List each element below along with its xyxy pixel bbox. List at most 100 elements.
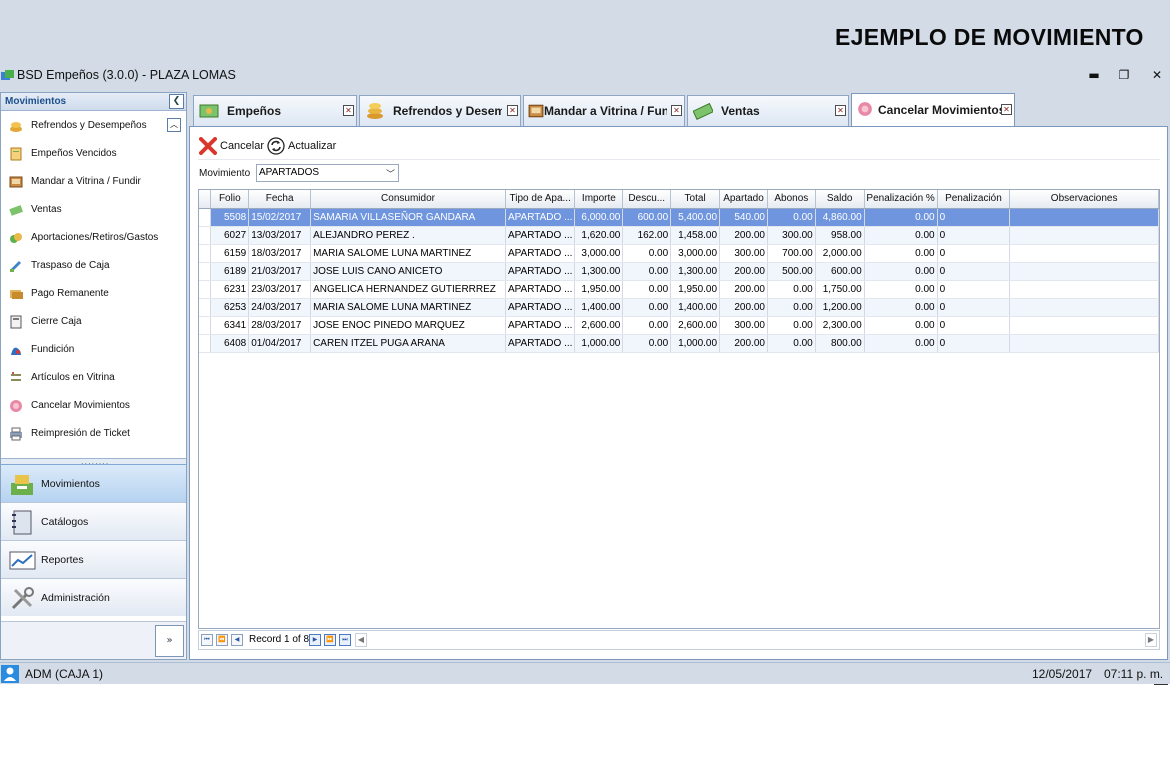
table-cell[interactable] [1009,262,1159,281]
table-cell[interactable]: 958.00 [815,226,865,245]
column-header[interactable]: Fecha [248,190,312,209]
table-cell[interactable]: 2,000.00 [815,244,865,263]
table-cell[interactable]: 0.00 [864,298,938,317]
group-administracion[interactable]: Administración [1,578,186,616]
table-cell[interactable]: 4,860.00 [815,208,865,227]
table-cell[interactable]: 6341 [210,316,250,335]
table-cell[interactable]: 300.00 [767,226,816,245]
table-cell[interactable]: 1,400.00 [574,298,624,317]
next-page-icon[interactable]: ⏩ [324,634,336,646]
table-cell[interactable] [1009,244,1159,263]
table-cell[interactable]: 21/03/2017 [248,262,312,281]
table-cell[interactable]: 0 [937,316,1011,335]
table-cell[interactable]: 2,600.00 [574,316,624,335]
close-window-button[interactable]: ✕ [1146,66,1168,84]
table-cell[interactable]: 0 [937,334,1011,353]
table-cell[interactable]: APARTADO ... [505,298,576,317]
table-cell[interactable]: 0.00 [622,334,672,353]
close-icon[interactable]: ✕ [1001,104,1012,115]
restore-button[interactable]: ❐ [1113,66,1135,84]
table-cell[interactable]: 1,300.00 [574,262,624,281]
table-cell[interactable]: 6027 [210,226,250,245]
movement-select[interactable]: APARTADOS ﹀ [256,164,399,182]
sidebar-item-vitrina[interactable]: Mandar a Vitrina / Fundir [1,169,186,197]
table-cell[interactable]: 0.00 [622,316,672,335]
table-cell[interactable]: 0 [937,208,1011,227]
table-cell[interactable]: 0.00 [864,244,938,263]
tab-cancelar-movimientos[interactable]: Cancelar Movimientos ✕ [851,93,1015,127]
table-cell[interactable]: 1,950.00 [574,280,624,299]
table-cell[interactable]: 200.00 [719,226,768,245]
table-cell[interactable]: 1,000.00 [670,334,721,353]
table-cell[interactable]: 0.00 [864,226,938,245]
group-catalogos[interactable]: Catálogos [1,502,186,540]
scroll-left-icon[interactable]: ◀ [355,633,367,647]
sidebar-item-empenos-vencidos[interactable]: Empeños Vencidos [1,141,186,169]
column-header[interactable]: Importe [574,190,624,209]
table-cell[interactable]: 0.00 [864,280,938,299]
table-cell[interactable]: 0.00 [622,280,672,299]
table-cell[interactable]: 3,000.00 [670,244,721,263]
row-indicator[interactable] [199,226,212,245]
table-cell[interactable]: 2,600.00 [670,316,721,335]
column-header[interactable]: Apartado [719,190,768,209]
table-row[interactable]: 6408 01/04/2017 CAREN ITZEL PUGA ARANA APAR… [199,334,1159,353]
table-cell[interactable]: 500.00 [767,262,816,281]
table-cell[interactable]: 162.00 [622,226,672,245]
table-cell[interactable]: 1,620.00 [574,226,624,245]
table-cell[interactable] [1009,280,1159,299]
row-indicator[interactable] [199,262,212,281]
refresh-button[interactable]: Actualizar [266,135,338,157]
first-record-icon[interactable]: ⏮ [201,634,213,646]
column-header[interactable]: Observaciones [1009,190,1159,209]
table-row[interactable]: 6189 21/03/2017 JOSE LUIS CANO ANICETO APAR… [199,262,1159,281]
column-header[interactable]: Saldo [815,190,865,209]
table-cell[interactable]: SAMARIA VILLASEÑOR GANDARA [310,208,506,227]
group-reportes[interactable]: Reportes [1,540,186,578]
table-row[interactable]: 6231 23/03/2017 ANGELICA HERNANDEZ GUTIERR… [199,280,1159,299]
table-cell[interactable]: 01/04/2017 [248,334,312,353]
row-indicator[interactable] [199,280,212,299]
close-icon[interactable]: ✕ [343,105,354,116]
table-cell[interactable]: APARTADO ... [505,244,576,263]
table-cell[interactable]: 200.00 [719,334,768,353]
table-cell[interactable]: 2,300.00 [815,316,865,335]
sidebar-item-reimpresion[interactable]: Reimpresión de Ticket [1,421,186,449]
table-cell[interactable]: MARIA SALOME LUNA MARTINEZ [310,298,506,317]
table-cell[interactable]: 13/03/2017 [248,226,312,245]
table-cell[interactable]: 0.00 [864,262,938,281]
table-cell[interactable] [1009,226,1159,245]
table-cell[interactable]: 0.00 [767,334,816,353]
close-icon[interactable]: ✕ [671,105,682,116]
sidebar-item-cancelar[interactable]: Cancelar Movimientos [1,393,186,421]
close-icon[interactable]: ✕ [835,105,846,116]
table-cell[interactable]: 0.00 [767,280,816,299]
last-record-icon[interactable]: ⏭ [339,634,351,646]
tab-ventas[interactable]: Ventas ✕ [687,95,849,126]
table-cell[interactable]: 0 [937,298,1011,317]
table-cell[interactable] [1009,298,1159,317]
resize-grip-icon[interactable] [1154,684,1168,685]
table-cell[interactable]: 5,400.00 [670,208,721,227]
table-cell[interactable]: 0.00 [864,316,938,335]
row-indicator[interactable] [199,316,212,335]
table-cell[interactable]: 1,750.00 [815,280,865,299]
table-cell[interactable]: APARTADO ... [505,208,576,227]
table-cell[interactable]: 1,000.00 [574,334,624,353]
next-record-icon[interactable]: ▶ [309,634,321,646]
table-cell[interactable]: 0.00 [622,298,672,317]
row-indicator[interactable] [199,244,212,263]
column-header[interactable]: Descu... [622,190,672,209]
close-icon[interactable]: ✕ [507,105,518,116]
table-cell[interactable]: 800.00 [815,334,865,353]
column-header[interactable]: Abonos [767,190,816,209]
table-row[interactable]: ▶ 5508 15/02/2017 SAMARIA VILLASEÑOR GANDAR… [199,208,1159,227]
column-header[interactable]: Consumidor [310,190,506,209]
sidebar-item-traspaso[interactable]: Traspaso de Caja [1,253,186,281]
sidebar-item-cierre-caja[interactable]: Cierre Caja [1,309,186,337]
table-cell[interactable]: 0.00 [864,334,938,353]
table-cell[interactable]: JOSE LUIS CANO ANICETO [310,262,506,281]
column-header[interactable]: Penalización % [864,190,938,209]
table-cell[interactable]: 3,000.00 [574,244,624,263]
table-cell[interactable] [1009,208,1159,227]
